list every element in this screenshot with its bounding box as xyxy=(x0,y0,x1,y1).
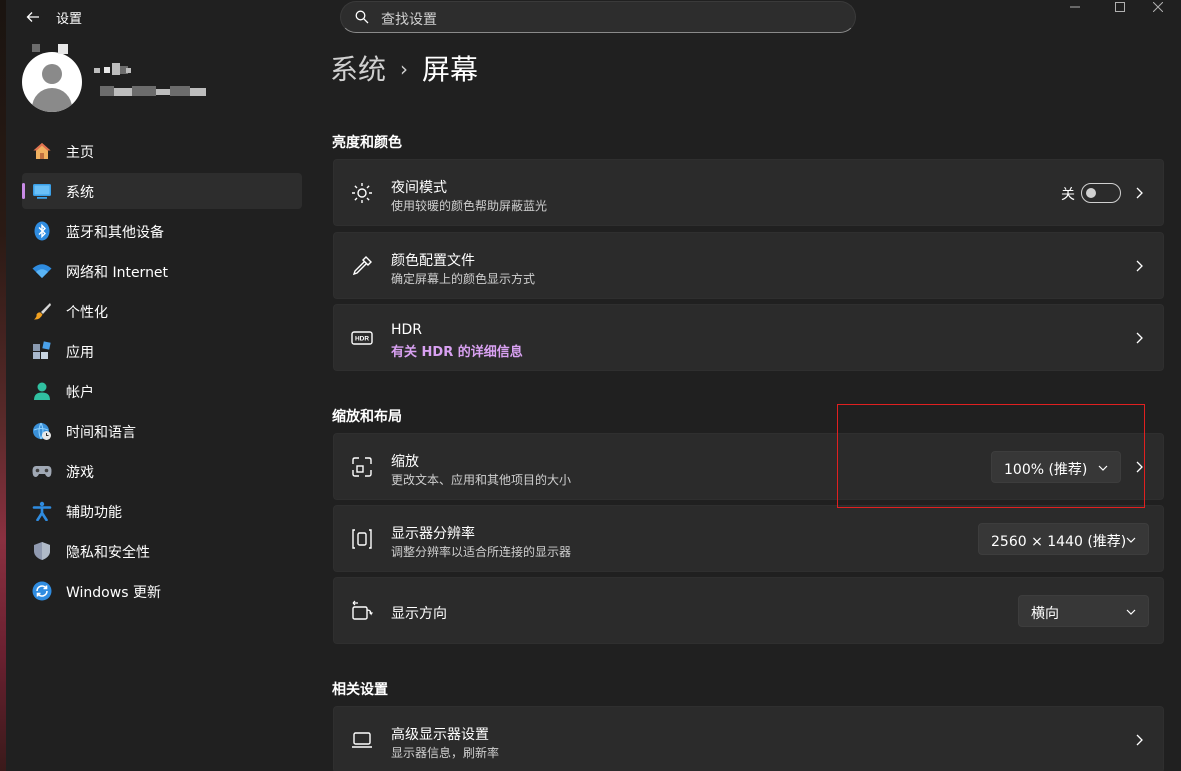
breadcrumb: 系统 › 屏幕 xyxy=(330,48,478,88)
section-title-scale-layout: 缩放和布局 xyxy=(332,409,402,425)
accessibility-icon xyxy=(32,501,52,521)
section-title-brightness-color: 亮度和颜色 xyxy=(332,135,402,151)
minimize-button[interactable] xyxy=(1052,0,1098,20)
resolution-card[interactable]: 显示器分辨率 调整分辨率以适合所连接的显示器 2560 × 1440 (推荐) xyxy=(333,505,1164,572)
chevron-right-icon xyxy=(1136,734,1143,746)
breadcrumb-separator: › xyxy=(400,57,409,81)
resolution-subtitle: 调整分辨率以适合所连接的显示器 xyxy=(391,545,572,559)
apps-icon xyxy=(33,341,51,359)
sidebar-item-accounts[interactable]: 帐户 xyxy=(22,373,302,409)
sidebar-item-privacy[interactable]: 隐私和安全性 xyxy=(22,533,302,569)
orientation-dropdown[interactable]: 横向 xyxy=(1018,595,1149,627)
sidebar-item-network[interactable]: 网络和 Internet xyxy=(22,253,302,289)
scale-title: 缩放 xyxy=(391,454,419,470)
sidebar-item-bluetooth[interactable]: 蓝牙和其他设备 xyxy=(22,213,302,249)
resolution-icon xyxy=(352,529,372,549)
sidebar-nav: 主页 系统 蓝牙和其他设备 网络和 Internet 个性化 应用 帐户 时间和… xyxy=(22,133,302,613)
advanced-display-card[interactable]: 高级显示器设置 显示器信息，刷新率 xyxy=(333,706,1164,771)
active-indicator xyxy=(22,183,25,199)
night-light-toggle[interactable] xyxy=(1081,183,1121,203)
search-input[interactable]: 查找设置 xyxy=(340,1,856,33)
resolution-dropdown-value: 2560 × 1440 (推荐) xyxy=(991,534,1127,550)
brightness-icon xyxy=(352,183,372,203)
highlight-annotation-box xyxy=(837,404,1145,508)
night-light-card[interactable]: 夜间模式 使用较暖的颜色帮助屏蔽蓝光 关 xyxy=(333,159,1164,226)
home-icon xyxy=(33,143,51,159)
bluetooth-icon xyxy=(34,221,50,241)
sidebar-item-gaming[interactable]: 游戏 xyxy=(22,453,302,489)
sidebar-item-home[interactable]: 主页 xyxy=(22,133,302,169)
back-button[interactable] xyxy=(22,6,44,28)
color-profile-title: 颜色配置文件 xyxy=(391,253,475,269)
wifi-icon xyxy=(32,264,52,278)
night-light-toggle-label: 关 xyxy=(1061,187,1075,203)
page-title: 屏幕 xyxy=(422,53,479,86)
maximize-icon xyxy=(1115,2,1125,12)
svg-text:HDR: HDR xyxy=(355,336,369,343)
arrow-left-icon xyxy=(26,12,39,22)
resolution-title: 显示器分辨率 xyxy=(391,526,475,542)
hdr-title: HDR xyxy=(391,322,423,338)
hdr-icon: HDR xyxy=(351,331,373,345)
app-title: 设置 xyxy=(56,12,83,27)
desktop-background-strip xyxy=(0,0,6,771)
sidebar-item-apps[interactable]: 应用 xyxy=(22,333,302,369)
night-light-title: 夜间模式 xyxy=(391,180,447,196)
resolution-dropdown[interactable]: 2560 × 1440 (推荐) xyxy=(978,523,1149,555)
update-icon xyxy=(32,581,52,601)
breadcrumb-parent[interactable]: 系统 xyxy=(330,53,386,86)
color-profile-card[interactable]: 颜色配置文件 确定屏幕上的颜色显示方式 xyxy=(333,232,1164,299)
scale-subtitle: 更改文本、应用和其他项目的大小 xyxy=(391,473,572,487)
globe-clock-icon xyxy=(33,422,51,440)
section-title-related-settings: 相关设置 xyxy=(332,682,388,698)
chevron-right-icon xyxy=(1136,332,1143,344)
hdr-more-info-link[interactable]: 有关 HDR 的详细信息 xyxy=(391,341,523,360)
shield-icon xyxy=(34,542,50,560)
close-button[interactable] xyxy=(1135,0,1181,20)
orientation-dropdown-value: 横向 xyxy=(1031,606,1059,622)
advanced-display-title: 高级显示器设置 xyxy=(391,727,489,743)
search-placeholder: 查找设置 xyxy=(381,12,437,28)
sidebar-item-time-language[interactable]: 时间和语言 xyxy=(22,413,302,449)
chevron-down-icon xyxy=(1126,537,1136,543)
sidebar-item-windows-update[interactable]: Windows 更新 xyxy=(22,573,302,609)
brush-icon xyxy=(34,303,51,320)
night-light-subtitle: 使用较暖的颜色帮助屏蔽蓝光 xyxy=(391,199,548,213)
search-icon xyxy=(355,10,369,24)
monitor-icon xyxy=(352,732,372,748)
orientation-icon xyxy=(352,600,373,620)
orientation-card[interactable]: 显示方向 横向 xyxy=(333,577,1164,644)
minimize-icon xyxy=(1070,6,1080,8)
eyedropper-icon xyxy=(352,256,372,276)
chevron-right-icon xyxy=(1136,260,1143,272)
sidebar-item-personalization[interactable]: 个性化 xyxy=(22,293,302,329)
avatar xyxy=(22,52,82,112)
color-profile-subtitle: 确定屏幕上的颜色显示方式 xyxy=(391,272,536,286)
system-icon xyxy=(33,184,51,199)
chevron-down-icon xyxy=(1126,609,1136,615)
sidebar-item-system[interactable]: 系统 xyxy=(22,173,302,209)
sidebar-item-accessibility[interactable]: 辅助功能 xyxy=(22,493,302,529)
chevron-right-icon xyxy=(1136,187,1143,199)
gamepad-icon xyxy=(32,466,52,477)
title-bar: 设置 查找设置 xyxy=(6,0,1181,34)
advanced-display-subtitle: 显示器信息，刷新率 xyxy=(391,746,500,760)
account-icon xyxy=(34,382,50,400)
close-icon xyxy=(1152,1,1164,13)
hdr-card[interactable]: HDR HDR 有关 HDR 的详细信息 xyxy=(333,304,1164,371)
orientation-title: 显示方向 xyxy=(391,606,447,622)
scale-icon xyxy=(352,457,372,477)
